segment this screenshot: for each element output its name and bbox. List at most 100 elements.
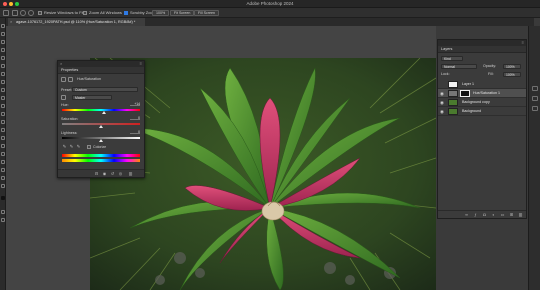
history-brush-tool-icon[interactable] xyxy=(1,104,5,108)
properties-panel-header[interactable]: × ≡ xyxy=(58,61,144,67)
pen-tool-icon[interactable] xyxy=(1,144,5,148)
eye-icon[interactable]: ◉ xyxy=(440,90,444,97)
layer-row[interactable]: ◉ Background copy xyxy=(438,98,526,107)
gradient-tool-icon[interactable] xyxy=(1,120,5,124)
lightness-value-field[interactable]: 0 xyxy=(130,130,140,134)
layers-panel: ≡ Layers Kind Normal Opacity: 100% Lock:… xyxy=(437,39,527,219)
channels-icon[interactable] xyxy=(532,86,538,91)
eye-icon[interactable]: ◉ xyxy=(440,99,444,106)
hue-value-field[interactable]: +14 xyxy=(130,102,140,106)
hue-slider-track[interactable] xyxy=(62,109,140,114)
saturation-slider-track[interactable] xyxy=(62,123,140,128)
foreground-color-swatch[interactable] xyxy=(1,196,5,200)
eyedropper-icon[interactable]: ✎ xyxy=(62,144,67,149)
type-tool-icon[interactable] xyxy=(1,152,5,156)
opacity-field[interactable]: 100% xyxy=(503,64,521,69)
layer-row[interactable]: ◉ Background xyxy=(438,107,526,116)
fill-screen-button[interactable]: Fill Screen xyxy=(194,10,219,16)
toggle-visibility-icon[interactable]: ◎ xyxy=(118,172,123,176)
dodge-tool-icon[interactable] xyxy=(1,136,5,140)
layer-thumbnail xyxy=(448,99,458,106)
lightness-slider-track[interactable] xyxy=(62,137,140,142)
blend-mode-select[interactable]: Normal xyxy=(441,64,477,69)
colorize-label: Colorize xyxy=(93,145,107,149)
properties-close-icon[interactable]: × xyxy=(60,61,62,67)
shape-tool-icon[interactable] xyxy=(1,168,5,172)
target-adjust-icon[interactable] xyxy=(61,95,66,100)
new-group-icon[interactable]: ▭ xyxy=(500,213,505,217)
new-adjustment-icon[interactable]: ◐ xyxy=(491,213,496,217)
adjustments-icon[interactable] xyxy=(532,106,538,111)
object-select-tool-icon[interactable] xyxy=(1,48,5,52)
view-previous-icon[interactable]: ◉ xyxy=(102,172,107,176)
fx-icon[interactable]: ƒ xyxy=(473,213,478,217)
zoom-100-button[interactable]: 100% xyxy=(152,10,170,16)
layer-name[interactable]: Background xyxy=(462,107,481,116)
saturation-slider-thumb[interactable] xyxy=(99,125,103,128)
zoom-all-windows-label: Zoom All Windows xyxy=(89,10,122,15)
properties-tab[interactable]: Properties xyxy=(58,67,144,74)
lasso-tool-icon[interactable] xyxy=(1,40,5,44)
resize-windows-checkbox[interactable] xyxy=(38,11,42,15)
new-layer-icon[interactable]: ⊞ xyxy=(509,213,514,217)
layer-row[interactable]: ◉ Hue/Saturation 1 xyxy=(438,89,526,98)
zoom-out-icon[interactable] xyxy=(28,10,34,16)
zoom-all-windows-checkbox[interactable] xyxy=(83,11,87,15)
filter-kind-select[interactable]: Kind xyxy=(441,56,463,61)
layers-menu-icon[interactable]: ≡ xyxy=(522,40,524,46)
mask-thumbnail[interactable] xyxy=(460,90,470,97)
clip-to-layer-icon[interactable]: ⊟ xyxy=(94,172,99,176)
layer-name[interactable]: Background copy xyxy=(462,98,490,107)
crop-tool-icon[interactable] xyxy=(1,56,5,60)
blur-tool-icon[interactable] xyxy=(1,128,5,132)
eye-icon[interactable]: ◉ xyxy=(440,108,444,115)
lightness-slider-thumb[interactable] xyxy=(99,139,103,142)
zoom-icon[interactable] xyxy=(1,184,5,188)
zoom-in-icon[interactable] xyxy=(20,10,26,16)
layer-row[interactable]: ◉ Layer 1 xyxy=(438,80,526,89)
adjustment-thumbnail xyxy=(448,90,458,97)
quick-mask-icon[interactable] xyxy=(1,210,5,214)
document-tab[interactable]: × agave-1076172_1920PATH.psd @ 110% (Hue… xyxy=(8,18,146,26)
home-icon[interactable] xyxy=(3,10,9,16)
eyedropper-tool-icon[interactable] xyxy=(1,72,5,76)
tab-close-icon[interactable]: × xyxy=(10,18,12,26)
clone-stamp-tool-icon[interactable] xyxy=(1,96,5,100)
move-tool-icon[interactable] xyxy=(1,24,5,28)
healing-brush-tool-icon[interactable] xyxy=(1,80,5,84)
channel-select[interactable]: Master xyxy=(72,95,112,100)
paths-icon[interactable] xyxy=(532,96,538,101)
eraser-tool-icon[interactable] xyxy=(1,112,5,116)
zoom-tool-icon[interactable] xyxy=(12,10,18,16)
trash-icon[interactable]: ▥ xyxy=(128,172,133,176)
frame-tool-icon[interactable] xyxy=(1,64,5,68)
preset-select[interactable]: Custom xyxy=(72,87,138,92)
brush-tool-icon[interactable] xyxy=(1,88,5,92)
properties-menu-icon[interactable]: ≡ xyxy=(140,61,142,67)
layer-name[interactable]: Layer 1 xyxy=(462,80,474,89)
marquee-tool-icon[interactable] xyxy=(1,32,5,36)
opacity-label: Opacity: xyxy=(483,64,497,68)
saturation-value-field[interactable]: 0 xyxy=(130,116,140,120)
eyedropper-add-icon[interactable]: ✎ xyxy=(69,144,74,149)
reset-icon[interactable]: ↺ xyxy=(110,172,115,176)
layers-panel-header[interactable]: ≡ xyxy=(438,40,526,46)
screen-mode-icon[interactable] xyxy=(1,218,5,222)
eye-icon[interactable]: ◉ xyxy=(440,81,444,88)
hand-icon[interactable] xyxy=(1,176,5,180)
colorize-checkbox[interactable] xyxy=(87,145,91,149)
hue-slider-thumb[interactable] xyxy=(102,111,107,114)
trash-icon[interactable]: ▥ xyxy=(518,213,523,217)
eyedropper-subtract-icon[interactable]: ✎ xyxy=(76,144,81,149)
add-mask-icon[interactable]: ◘ xyxy=(482,213,487,217)
fit-screen-button[interactable]: Fit Screen xyxy=(170,10,195,16)
path-select-tool-icon[interactable] xyxy=(1,160,5,164)
layer-name[interactable]: Hue/Saturation 1 xyxy=(473,89,500,98)
scrubby-zoom-checkbox[interactable] xyxy=(124,11,128,15)
mask-icon[interactable] xyxy=(68,77,73,82)
layers-tab[interactable]: Layers xyxy=(438,46,526,53)
collapsed-panels-strip xyxy=(528,26,540,290)
adjustment-name: Hue/Saturation xyxy=(77,77,101,81)
link-icon[interactable]: ∞ xyxy=(464,213,469,217)
fill-field[interactable]: 100% xyxy=(503,72,521,77)
